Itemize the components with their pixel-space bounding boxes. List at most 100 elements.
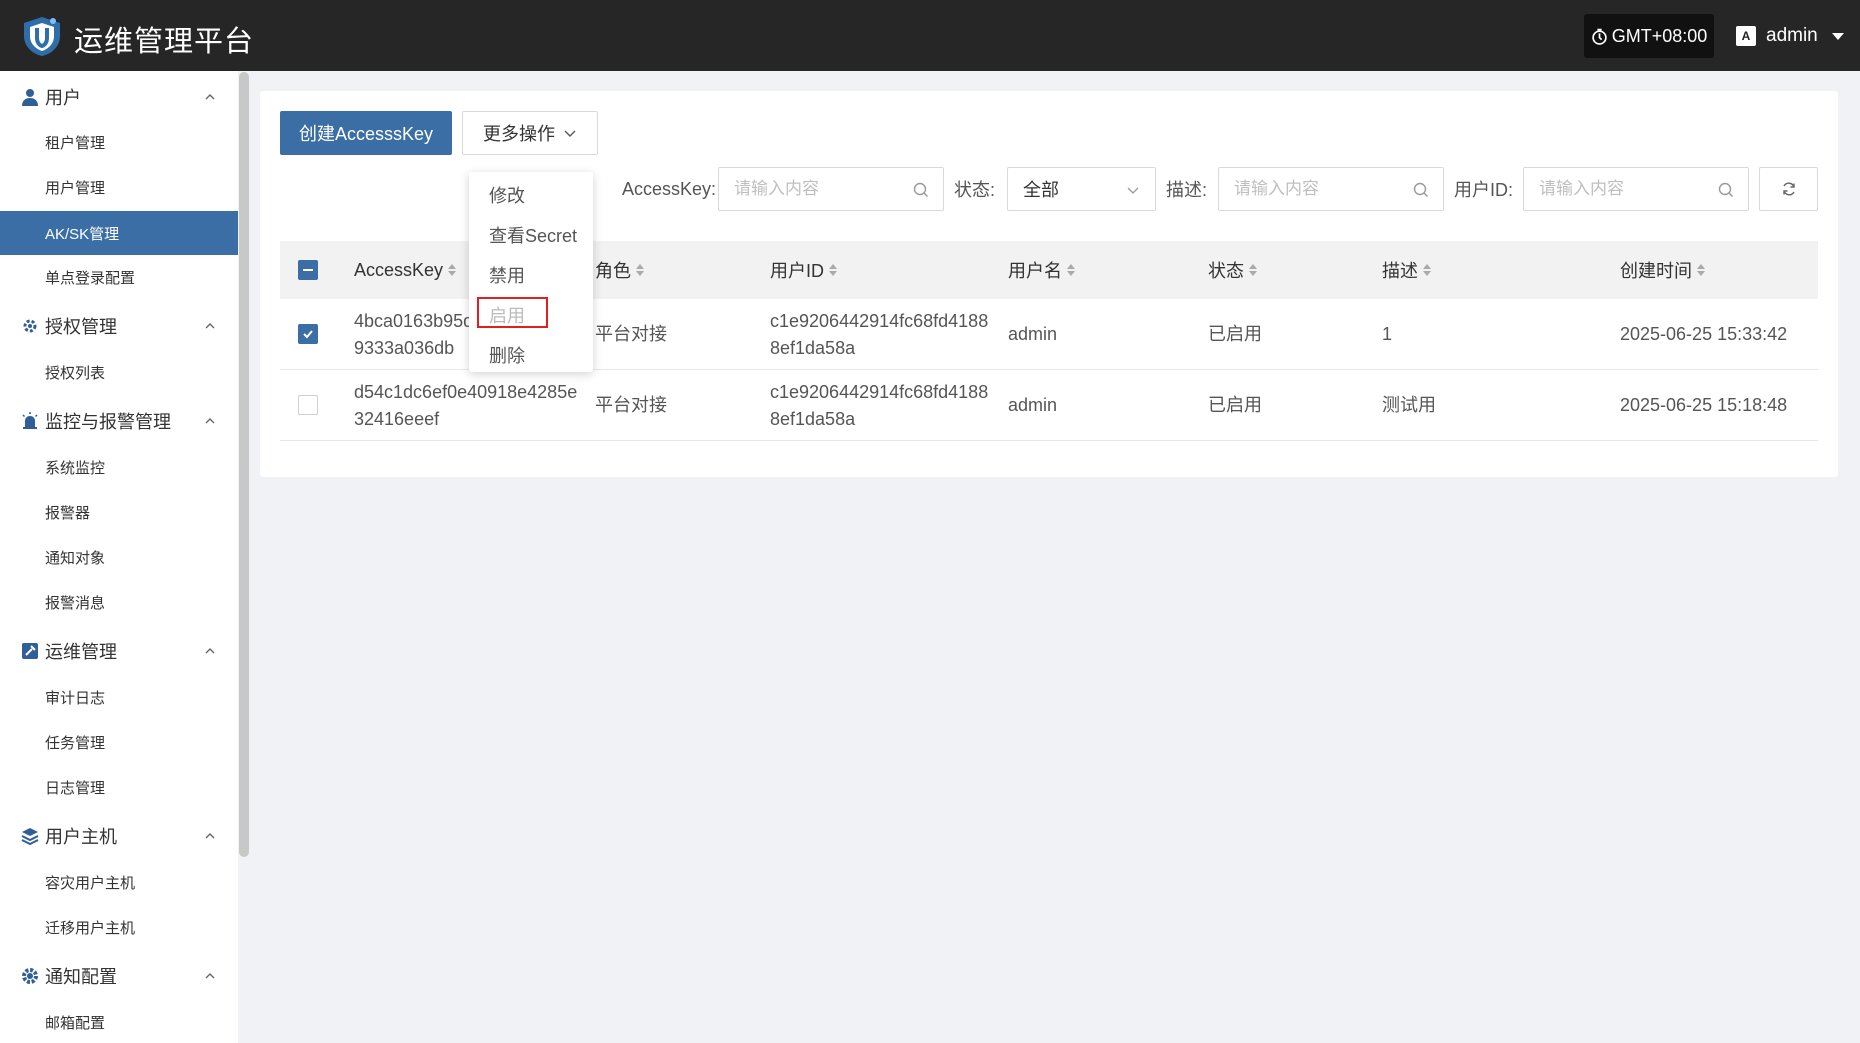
sidebar-group-monitor[interactable]: 监控与报警管理 — [0, 399, 238, 443]
cell-desc: 测试用 — [1382, 395, 1436, 415]
create-accesskey-button[interactable]: 创建AccesssKey — [280, 111, 452, 155]
sidebar-item-notify-target[interactable]: 通知对象 — [0, 535, 238, 579]
sidebar-item-alarm[interactable]: 报警器 — [0, 490, 238, 534]
cell-userid: c1e9206442914fc68fd4188 8ef1da58a — [770, 381, 989, 429]
cell-accesskey: d54c1dc6ef0e40918e4285e 32416eeef — [354, 381, 578, 429]
sidebar-group-host[interactable]: 用户主机 — [0, 814, 238, 858]
userid-filter-field[interactable] — [1523, 167, 1749, 211]
sort-icon[interactable] — [448, 264, 457, 276]
desc-filter-label: 描述: — [1166, 180, 1208, 200]
column-header-userid[interactable]: 用户ID — [770, 241, 837, 299]
more-actions-dropdown: 修改 查看Secret 禁用 启用 删除 — [469, 172, 593, 372]
desc-filter-field[interactable] — [1218, 167, 1444, 211]
chevron-down-icon — [1127, 187, 1139, 194]
sidebar-item-tenant[interactable]: 租户管理 — [0, 120, 238, 164]
clock-icon — [1591, 28, 1607, 45]
chevron-up-icon — [205, 418, 215, 424]
column-header-desc[interactable]: 描述 — [1382, 241, 1431, 299]
chevron-up-icon — [205, 323, 215, 329]
accesskey-filter-label: AccessKey: — [622, 178, 717, 199]
sidebar-item-migrate-host[interactable]: 迁移用户主机 — [0, 905, 238, 949]
row-checkbox[interactable] — [298, 395, 318, 415]
refresh-icon — [1782, 182, 1795, 196]
user-icon — [20, 87, 40, 107]
sidebar-item-email[interactable]: 邮箱配置 — [0, 1000, 238, 1043]
timezone-label: GMT+08:00 — [1611, 25, 1708, 46]
username-label: admin — [1766, 25, 1818, 46]
userid-search-input[interactable] — [1539, 179, 1699, 199]
cog-icon — [20, 966, 40, 986]
sidebar-item-license-list[interactable]: 授权列表 — [0, 350, 238, 394]
cell-userid: c1e9206442914fc68fd4188 8ef1da58a — [770, 310, 989, 358]
column-header-role[interactable]: 角色 — [595, 241, 644, 299]
menu-item-edit[interactable]: 修改 — [469, 175, 593, 215]
accesskey-filter-field[interactable] — [718, 167, 944, 211]
sidebar: 用户 租户管理 用户管理 AK/SK管理 单点登录配置 授权管理 授权列表 监控… — [0, 71, 238, 1043]
menu-item-disable[interactable]: 禁用 — [469, 255, 593, 295]
sidebar-item-alarm-msg[interactable]: 报警消息 — [0, 580, 238, 624]
tools-icon — [20, 641, 40, 661]
language-icon[interactable]: A — [1736, 26, 1756, 46]
column-header-status[interactable]: 状态 — [1208, 241, 1257, 299]
sidebar-item-sys-monitor[interactable]: 系统监控 — [0, 445, 238, 489]
sidebar-item-aksk[interactable]: AK/SK管理 — [0, 211, 238, 255]
caret-down-icon — [1831, 32, 1844, 40]
column-header-created[interactable]: 创建时间 — [1620, 241, 1705, 299]
user-menu[interactable]: A admin — [1736, 14, 1844, 58]
chevron-up-icon — [205, 94, 215, 100]
shield-logo-icon — [24, 17, 60, 56]
sidebar-item-audit-log[interactable]: 审计日志 — [0, 675, 238, 719]
chevron-down-icon — [564, 130, 576, 137]
cell-created: 2025-06-25 15:33:42 — [1620, 324, 1788, 344]
checkmark-icon — [303, 330, 313, 339]
top-header: 运维管理平台 GMT+08:00 A admin — [0, 0, 1860, 71]
search-icon[interactable] — [1718, 182, 1734, 198]
sort-icon[interactable] — [636, 264, 644, 276]
chevron-up-icon — [205, 648, 215, 654]
chevron-up-icon — [205, 973, 215, 979]
sidebar-group-user[interactable]: 用户 — [0, 75, 238, 119]
alarm-icon — [20, 411, 40, 431]
sidebar-item-log[interactable]: 日志管理 — [0, 765, 238, 809]
app-title: 运维管理平台 — [74, 26, 255, 58]
cell-desc: 1 — [1382, 324, 1393, 344]
sort-icon[interactable] — [1067, 264, 1075, 276]
sort-icon[interactable] — [1697, 264, 1705, 276]
sidebar-group-notify[interactable]: 通知配置 — [0, 954, 238, 998]
row-checkbox[interactable] — [298, 324, 318, 344]
sidebar-item-task[interactable]: 任务管理 — [0, 720, 238, 764]
sidebar-group-ops[interactable]: 运维管理 — [0, 629, 238, 673]
cell-created: 2025-06-25 15:18:48 — [1620, 395, 1788, 415]
cell-status: 已启用 — [1208, 324, 1262, 344]
sort-icon[interactable] — [829, 264, 837, 276]
timezone-button[interactable]: GMT+08:00 — [1584, 14, 1714, 58]
sort-icon[interactable] — [1249, 264, 1257, 276]
status-filter-label: 状态: — [954, 180, 996, 200]
gear-badge-icon — [20, 316, 40, 336]
menu-item-view-secret[interactable]: 查看Secret — [469, 215, 593, 255]
select-all-checkbox[interactable] — [298, 260, 318, 280]
cell-username: admin — [1008, 324, 1058, 344]
sidebar-item-users[interactable]: 用户管理 — [0, 165, 238, 209]
cell-role: 平台对接 — [595, 324, 667, 344]
sidebar-scrollbar[interactable] — [239, 72, 249, 857]
search-icon[interactable] — [913, 182, 929, 198]
more-actions-button[interactable]: 更多操作 — [462, 111, 598, 155]
sort-icon[interactable] — [1423, 264, 1431, 276]
chevron-up-icon — [205, 833, 215, 839]
cell-username: admin — [1008, 395, 1058, 415]
accesskey-search-input[interactable] — [734, 179, 894, 199]
desc-search-input[interactable] — [1234, 179, 1394, 199]
sidebar-item-dr-host[interactable]: 容灾用户主机 — [0, 860, 238, 904]
layers-icon — [20, 826, 40, 846]
sidebar-group-license[interactable]: 授权管理 — [0, 304, 238, 348]
cell-accesskey: 4bca0163b95d 9333a036db — [354, 310, 474, 358]
column-header-username[interactable]: 用户名 — [1008, 241, 1075, 299]
table-row[interactable]: d54c1dc6ef0e40918e4285e 32416eeef 平台对接 c… — [280, 370, 1818, 441]
search-icon[interactable] — [1413, 182, 1429, 198]
column-header-accesskey[interactable]: AccessKey — [354, 241, 457, 299]
status-select[interactable]: 全部 — [1007, 167, 1156, 211]
sidebar-item-sso[interactable]: 单点登录配置 — [0, 255, 238, 299]
refresh-button[interactable] — [1759, 167, 1818, 211]
menu-item-delete[interactable]: 删除 — [469, 335, 593, 375]
